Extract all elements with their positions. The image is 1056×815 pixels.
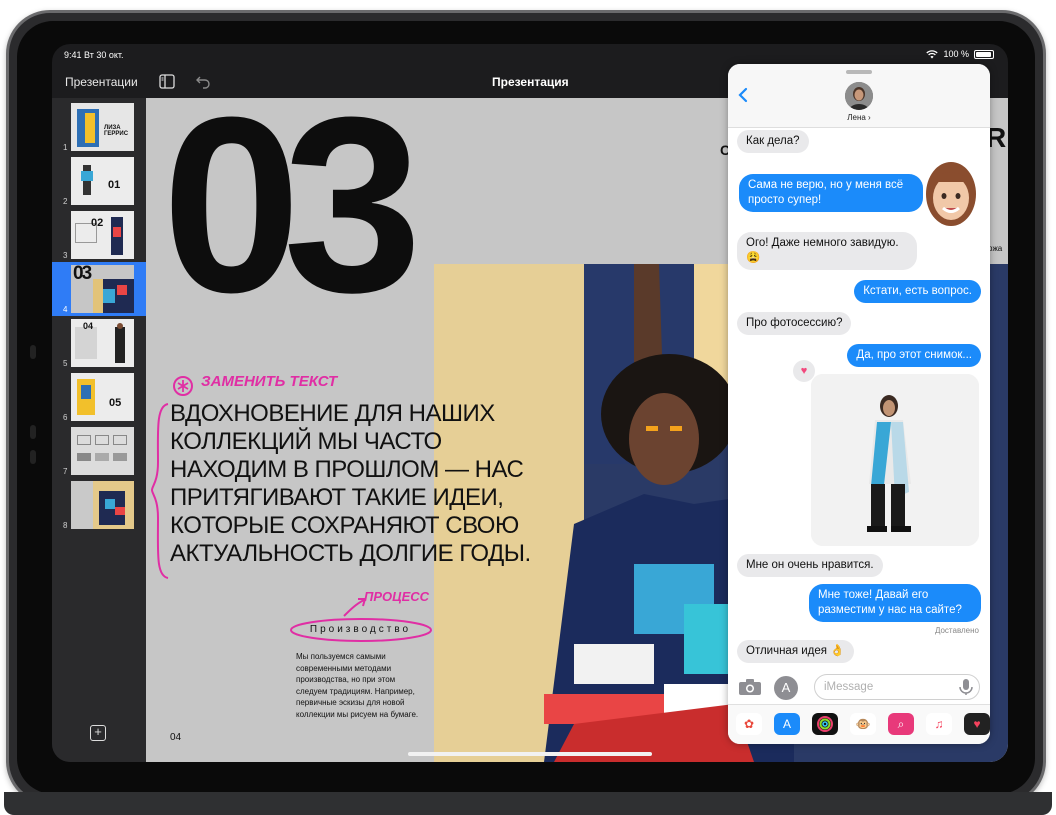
slide-number: 1 [63, 143, 68, 152]
slide-thumbnail-2[interactable]: 01 2 [52, 154, 146, 208]
slide-thumbnail-7[interactable]: 7 [52, 424, 146, 478]
slide-headline[interactable]: ВДОХНОВЕНИЕ ДЛЯ НАШИХ КОЛЛЕКЦИЙ МЫ ЧАСТО… [170, 400, 550, 568]
app-store-app-icon[interactable]: A [774, 713, 800, 735]
slide-over-grabber[interactable] [846, 70, 872, 74]
slide-number: 6 [63, 413, 68, 422]
message-bubble-outgoing[interactable]: Да, про этот снимок... [847, 344, 981, 367]
digital-touch-app-icon[interactable]: ♥ [964, 713, 990, 735]
thumb-number-text: 04 [83, 321, 94, 331]
slide-preview: 02 [71, 211, 134, 259]
side-button [30, 345, 36, 359]
home-indicator[interactable] [408, 752, 652, 756]
document-title: Презентация [492, 75, 569, 89]
slide-navigator: ЛИЗА ГЕРРИС 1 01 2 02 3 03 4 04 5 05 6 7… [52, 98, 146, 762]
contact-name[interactable]: Лена › [728, 113, 990, 122]
ipad-screen: 9:41 Вт 30 окт. 100 % Презентации Презен… [52, 44, 1008, 762]
message-bubble-outgoing[interactable]: Кстати, есть вопрос. [854, 280, 981, 303]
memoji-sticker[interactable] [923, 158, 979, 230]
activity-app-icon[interactable] [812, 713, 838, 735]
add-slide-button[interactable]: + [90, 725, 106, 741]
search-images-app-icon[interactable]: ⌕ [888, 713, 914, 735]
side-button [30, 425, 36, 439]
slide-preview [71, 427, 134, 475]
annotation-replace-text: ЗАМЕНИТЬ ТЕКСТ [201, 373, 338, 390]
slide-page-number: 04 [170, 732, 182, 743]
annotation-process: ПРОЦЕСС [364, 589, 430, 604]
slide-number: 7 [63, 467, 68, 476]
slide-number: 2 [63, 197, 68, 206]
slide-preview [71, 481, 134, 529]
annotation-bracket [150, 403, 169, 579]
status-time-date: 9:41 Вт 30 окт. [64, 50, 124, 60]
headline-line: АКТУАЛЬНОСТЬ ДОЛГИЕ ГОДЫ. [170, 540, 531, 567]
smart-keyboard-edge [4, 792, 1052, 815]
message-bubble-incoming[interactable]: Ого! Даже немного завидую. 😩 [737, 232, 917, 270]
slide-preview: 05 [71, 373, 134, 421]
slide-preview: 04 [71, 319, 134, 367]
thumb-title-text: ЛИЗА ГЕРРИС [104, 125, 129, 137]
headline-line: ВДОХНОВЕНИЕ ДЛЯ НАШИХ [170, 400, 495, 427]
battery-icon [974, 49, 994, 59]
message-bubble-incoming[interactable]: Про фотосессию? [737, 312, 852, 335]
headline-line: КОЛЛЕКЦИЙ МЫ ЧАСТО [170, 428, 442, 455]
photos-app-icon[interactable]: ✿ [736, 713, 762, 735]
thumb-number-text: 05 [109, 397, 122, 409]
animoji-app-icon[interactable]: 🐵 [850, 713, 876, 735]
headline-line: НАХОДИМ В ПРОШЛОМ — НАС [170, 456, 524, 483]
slide-number: 4 [63, 305, 68, 314]
thumb-number-text: 02 [91, 217, 104, 229]
message-bubble-incoming[interactable]: Отличная идея 👌 [737, 640, 854, 663]
slide-number: 8 [63, 521, 68, 530]
microphone-icon[interactable] [958, 678, 974, 696]
slide-thumbnail-1[interactable]: ЛИЗА ГЕРРИС 1 [52, 100, 146, 154]
imessage-app-drawer: ✿ A 🐵 ⌕ ♫ ♥ [728, 704, 990, 744]
thumb-number-text: 03 [73, 265, 92, 284]
message-input-row: A iMessage [728, 670, 990, 704]
headline-line: ПРИТЯГИВАЮТ ТАКИЕ ИДЕИ, [170, 484, 504, 511]
slide-big-number[interactable]: 03 [162, 98, 422, 330]
status-bar: 9:41 Вт 30 окт. 100 % [52, 44, 1008, 66]
annotation-asterisk-icon [173, 376, 193, 396]
slide-thumbnail-6[interactable]: 05 6 [52, 370, 146, 424]
back-chevron-icon[interactable] [736, 86, 750, 104]
delivered-status: Доставлено [934, 626, 979, 635]
slide-thumbnail-3[interactable]: 02 3 [52, 208, 146, 262]
slide-preview: 01 [71, 157, 134, 205]
slide-body-text[interactable]: Мы пользуемся самыми современными метода… [296, 651, 426, 720]
message-bubble-outgoing[interactable]: Мне тоже! Давай его разместим у нас на с… [809, 584, 981, 622]
messages-header: Лена › [728, 64, 990, 128]
process-label[interactable]: Производство [293, 620, 428, 640]
contact-avatar[interactable] [845, 82, 873, 110]
slide-thumbnail-8[interactable]: 8 [52, 478, 146, 532]
slide-number: 3 [63, 251, 68, 260]
messages-slide-over: Лена › Как дела? Сама не верю, но у меня… [728, 64, 990, 744]
battery-percent: 100 % [943, 49, 969, 59]
app-store-icon[interactable]: A [774, 676, 798, 700]
slide-thumbnail-4[interactable]: 03 4 [52, 262, 146, 316]
slide-preview: 03 [71, 265, 134, 313]
presentations-back-button[interactable]: Презентации [65, 75, 138, 89]
imessage-input[interactable]: iMessage [814, 674, 980, 700]
message-bubble-outgoing[interactable]: Сама не верю, но у меня всё просто супер… [739, 174, 923, 212]
photo-message-image [811, 374, 979, 546]
sidebar-toggle-icon[interactable] [159, 74, 175, 89]
slide-thumbnail-5[interactable]: 04 5 [52, 316, 146, 370]
slide-number: 5 [63, 359, 68, 368]
music-app-icon[interactable]: ♫ [926, 713, 952, 735]
camera-icon[interactable] [738, 678, 762, 696]
message-bubble-incoming[interactable]: Как дела? [737, 130, 809, 153]
wifi-icon [926, 49, 939, 58]
undo-icon[interactable] [195, 74, 211, 89]
add-slide-icon: + [94, 724, 102, 739]
heart-tapback-icon[interactable]: ♥ [793, 360, 815, 382]
edge-text: ржа [988, 244, 1003, 253]
message-bubble-incoming[interactable]: Мне он очень нравится. [737, 554, 883, 577]
headline-line: КОТОРЫЕ СОХРАНЯЮТ СВОЮ [170, 512, 519, 539]
slide-preview: ЛИЗА ГЕРРИС [71, 103, 134, 151]
photo-message[interactable] [811, 374, 979, 546]
side-button [30, 450, 36, 464]
thumb-number-text: 01 [108, 179, 121, 191]
